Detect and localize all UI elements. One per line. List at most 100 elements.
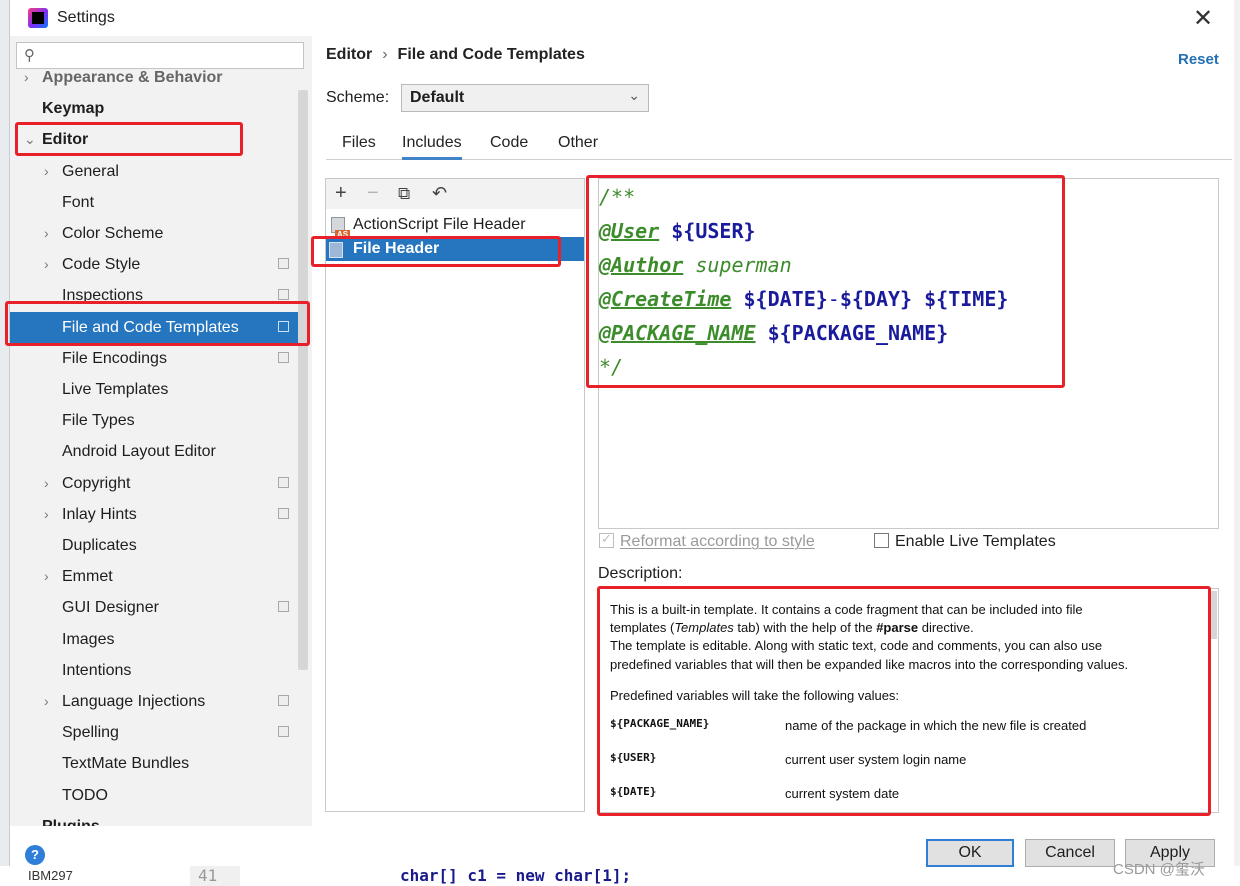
annotation-description-box [597, 586, 1211, 816]
sidebar-item-label: Code Style [62, 256, 141, 274]
background-code-strip: IBM297 41 char[] c1 = new char[1]; [0, 866, 1240, 886]
project-scope-icon [278, 289, 289, 301]
background-line-number: 41 [190, 866, 240, 886]
tab-code[interactable]: Code [490, 134, 528, 160]
sidebar-item-label: Font [62, 193, 95, 211]
copy-icon[interactable]: ⧉ [398, 184, 410, 204]
remove-icon[interactable]: − [367, 182, 379, 205]
background-ide-right-edge [1234, 0, 1240, 886]
sidebar-item-language-injections[interactable]: › Language Injections [10, 686, 300, 717]
annotation-templates-box [5, 301, 310, 346]
sidebar-item-file-encodings[interactable]: File Encodings [10, 343, 300, 374]
sidebar-item-appearance-behavior[interactable]: › Appearance & Behavior [10, 62, 300, 93]
sidebar-item-intentions[interactable]: Intentions [10, 655, 300, 686]
sidebar-item-inlay-hints[interactable]: › Inlay Hints [10, 499, 300, 530]
sidebar-item-label: Plugins [42, 811, 100, 826]
sidebar-item-label: File Encodings [62, 349, 167, 367]
sidebar-item-label: Inlay Hints [62, 505, 137, 523]
scheme-value: Default [410, 89, 465, 106]
chevron-right-icon[interactable]: › [44, 249, 49, 280]
sidebar-item-label: File Types [62, 412, 135, 430]
sidebar-item-label: Android Layout Editor [62, 443, 216, 461]
tab-other[interactable]: Other [558, 134, 598, 160]
sidebar-item-label: Emmet [62, 568, 113, 586]
add-icon[interactable]: + [335, 182, 347, 205]
checkbox-icon [874, 533, 889, 548]
sidebar-item-file-types[interactable]: File Types [10, 405, 300, 436]
sidebar-item-label: Spelling [62, 724, 119, 742]
breadcrumb-separator: › [382, 46, 388, 63]
sidebar-scrollbar[interactable] [298, 90, 308, 670]
watermark: CSDN @玺沃 [1113, 861, 1205, 878]
sidebar-item-emmet[interactable]: › Emmet [10, 561, 300, 592]
sidebar-item-label: Duplicates [62, 537, 137, 554]
sidebar-item-label: Keymap [42, 100, 105, 118]
annotation-editor-box [15, 122, 243, 156]
sidebar-item-label: Language Injections [62, 693, 206, 710]
template-list-toolbar: + − ⧉ ↶ [326, 179, 584, 209]
annotation-file-header-box [311, 236, 561, 267]
chevron-right-icon[interactable]: › [44, 468, 49, 499]
description-scrollbar[interactable] [1210, 591, 1217, 639]
chevron-right-icon[interactable]: › [44, 156, 49, 187]
tab-includes[interactable]: Includes [402, 134, 462, 160]
window-title: Settings [57, 9, 115, 26]
sidebar-item-font[interactable]: Font [10, 187, 300, 218]
help-icon[interactable]: ? [25, 845, 45, 865]
reformat-checkbox[interactable]: Reformat according to style [599, 531, 815, 551]
project-scope-icon [278, 476, 289, 488]
background-encoding-label: IBM297 [28, 868, 73, 883]
close-icon[interactable]: ✕ [1193, 4, 1213, 33]
project-scope-icon [278, 258, 289, 270]
chevron-right-icon[interactable]: › [44, 686, 49, 717]
tab-files[interactable]: Files [342, 134, 376, 160]
reformat-label: Reformat according to style [620, 533, 815, 550]
ok-button[interactable]: OK [926, 839, 1014, 867]
project-scope-icon [278, 507, 289, 519]
project-scope-icon [278, 601, 289, 613]
sidebar-item-todo[interactable]: TODO [10, 780, 300, 811]
template-item-actionscript-header[interactable]: AS ActionScript File Header [326, 213, 584, 239]
intellij-app-icon [28, 8, 48, 28]
background-ide-left-edge [0, 0, 10, 886]
sidebar-item-color-scheme[interactable]: › Color Scheme [10, 218, 300, 249]
sidebar-item-label: TODO [62, 786, 108, 804]
template-item-label: ActionScript File Header [353, 216, 526, 233]
sidebar-item-spelling[interactable]: Spelling [10, 717, 300, 748]
sidebar-item-images[interactable]: Images [10, 624, 300, 655]
chevron-down-icon: ⌄ [628, 87, 640, 103]
scheme-dropdown[interactable]: Default ⌄ [401, 84, 649, 112]
sidebar-item-label: Live Templates [62, 381, 169, 398]
template-tabs: Files Includes Code Other [326, 130, 1232, 160]
sidebar-item-label: General [62, 162, 119, 180]
sidebar-item-label: Color Scheme [62, 225, 164, 242]
background-code-line: char[] c1 = new char[1]; [400, 866, 632, 885]
sidebar-item-duplicates[interactable]: Duplicates [10, 530, 300, 561]
chevron-right-icon[interactable]: › [44, 218, 49, 249]
reset-icon[interactable]: ↶ [432, 183, 447, 204]
reset-link[interactable]: Reset [1178, 51, 1219, 68]
sidebar-item-live-templates[interactable]: Live Templates [10, 374, 300, 405]
sidebar-item-plugins[interactable]: Plugins [10, 811, 300, 826]
cancel-button[interactable]: Cancel [1025, 839, 1115, 867]
enable-live-templates-label: Enable Live Templates [895, 533, 1056, 550]
enable-live-templates-checkbox[interactable]: Enable Live Templates [874, 533, 1056, 551]
actionscript-file-icon: AS [331, 217, 351, 239]
breadcrumb-parent: Editor [326, 46, 373, 63]
sidebar-item-gui-designer[interactable]: GUI Designer [10, 592, 300, 623]
sidebar-item-label: TextMate Bundles [62, 755, 190, 773]
chevron-right-icon[interactable]: › [44, 499, 49, 530]
sidebar-item-copyright[interactable]: › Copyright [10, 468, 300, 499]
sidebar-item-textmate-bundles[interactable]: TextMate Bundles [10, 748, 300, 779]
sidebar-item-label: Images [62, 630, 115, 648]
sidebar-item-code-style[interactable]: › Code Style [10, 249, 300, 280]
chevron-right-icon[interactable]: › [24, 62, 29, 93]
description-label: Description: [598, 565, 683, 582]
project-scope-icon [278, 351, 289, 363]
sidebar-item-android-layout-editor[interactable]: Android Layout Editor [10, 436, 300, 467]
checkbox-icon [599, 531, 614, 548]
chevron-right-icon[interactable]: › [44, 561, 49, 592]
sidebar-item-keymap[interactable]: Keymap [10, 93, 300, 124]
sidebar-item-label: Copyright [62, 474, 131, 492]
sidebar-item-general[interactable]: › General [10, 156, 300, 187]
